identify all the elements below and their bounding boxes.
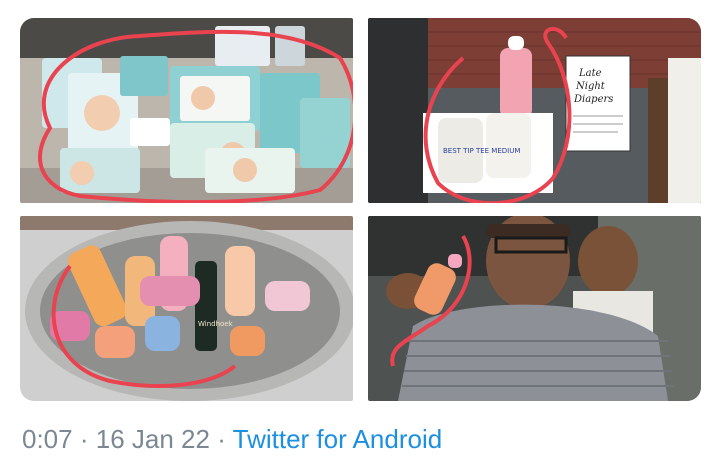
tweet-date[interactable]: 16 Jan 22: [96, 424, 210, 454]
photo-bucket[interactable]: Windhoek: [20, 216, 353, 401]
bottle-sign-image: BEST TIP TEE MEDIUM Late Night Diapers: [368, 18, 701, 203]
meta-separator-2: ·: [217, 424, 226, 454]
photo-grid: BEST TIP TEE MEDIUM Late Night Diapers W…: [20, 18, 701, 401]
photo-man[interactable]: [368, 216, 701, 401]
tweet-source-link[interactable]: Twitter for Android: [233, 424, 443, 454]
tweet-time[interactable]: 0:07: [22, 424, 73, 454]
sign-line-1: Late: [578, 68, 602, 79]
photo-sign[interactable]: BEST TIP TEE MEDIUM Late Night Diapers: [368, 18, 701, 203]
sign-line-3: Diapers: [573, 94, 613, 105]
man-holding-bottle-image: [368, 216, 701, 401]
bottles-bucket-image: Windhoek: [20, 216, 353, 401]
diaper-note-text: BEST TIP TEE MEDIUM: [443, 147, 520, 155]
photo-diapers[interactable]: [20, 18, 353, 203]
bottle-brand-label: Windhoek: [198, 320, 234, 328]
sign-line-2: Night: [575, 81, 606, 92]
meta-separator: ·: [79, 424, 89, 454]
tweet-meta: 0:07 · 16 Jan 22 · Twitter for Android: [22, 424, 442, 455]
diaper-packs-image: [20, 18, 353, 203]
